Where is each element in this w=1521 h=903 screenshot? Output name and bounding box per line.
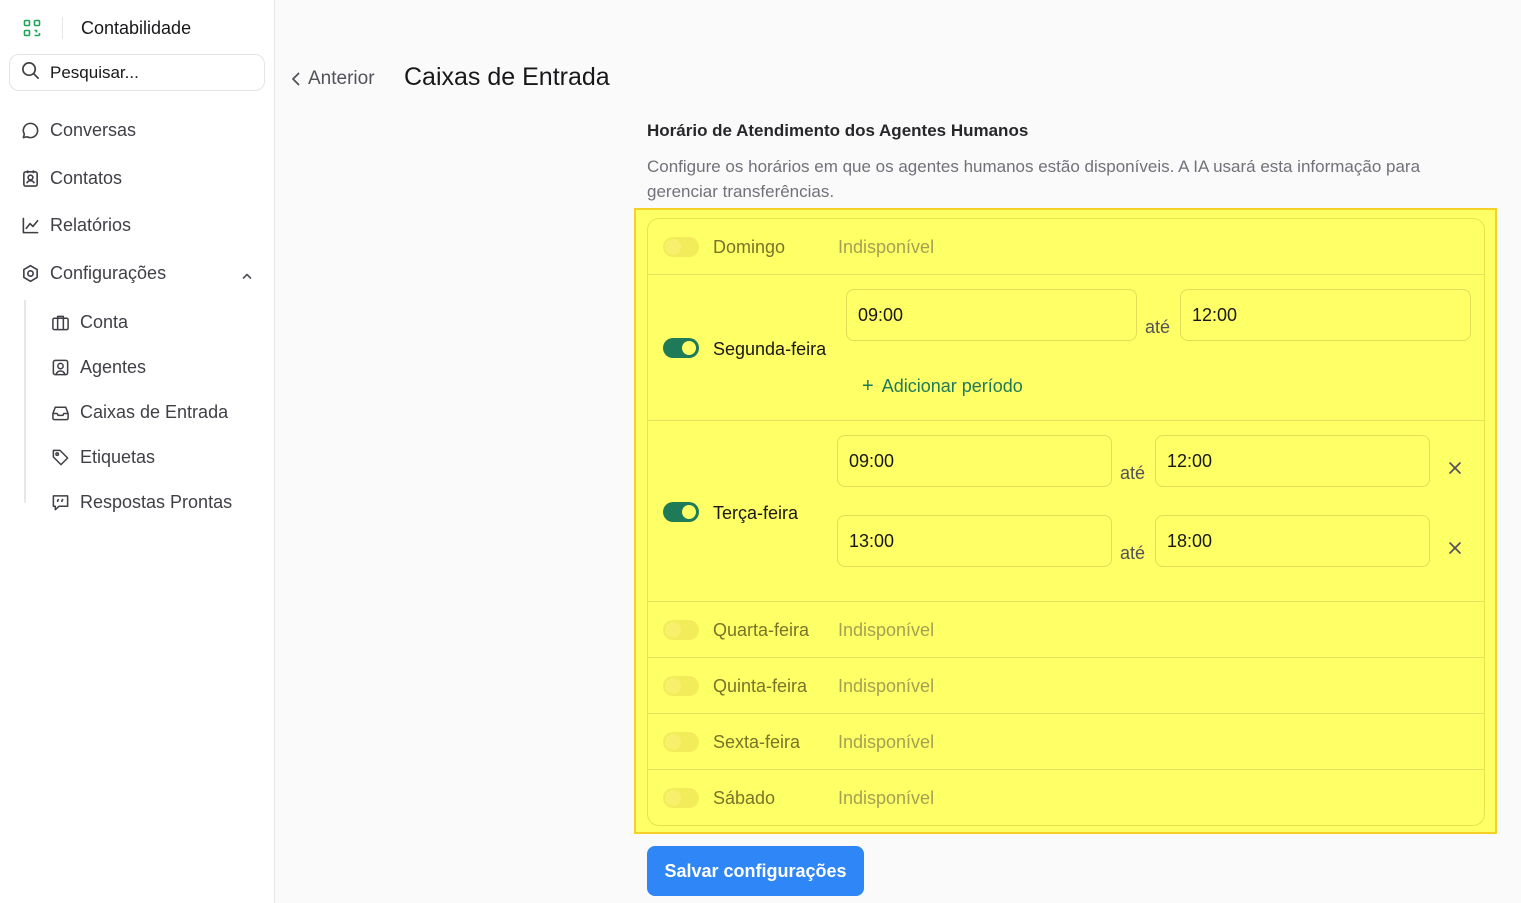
sidebar-item-relatorios[interactable]: Relatórios xyxy=(0,202,275,250)
day-row-quarta-feira: Quarta-feira Indisponível xyxy=(648,602,1484,658)
main-nav: Conversas Contatos Relatórios Configuraç… xyxy=(0,107,275,297)
user-square-icon xyxy=(50,358,70,378)
day-toggle[interactable] xyxy=(663,502,699,522)
add-period-button[interactable]: + Adicionar período xyxy=(862,375,1023,398)
day-name: Quarta-feira xyxy=(713,620,810,640)
day-row-segunda-feira: Segunda-feira 09:00 até 12:00 + Adiciona… xyxy=(648,275,1484,421)
start-time-input[interactable]: 09:00 xyxy=(846,289,1137,341)
day-row-sabado: Sábado Indisponível xyxy=(648,770,1484,826)
unavailable-label: Indisponível xyxy=(838,732,935,752)
day-toggle[interactable] xyxy=(663,237,699,257)
back-link[interactable]: Anterior xyxy=(290,66,375,92)
chevron-left-icon xyxy=(292,72,300,86)
sidebar-item-label: Agentes xyxy=(80,357,147,377)
contact-card-icon xyxy=(20,168,40,188)
page-title: Caixas de Entrada xyxy=(404,63,610,91)
toggle-knob xyxy=(665,678,681,694)
day-name: Terça-feira xyxy=(713,503,799,523)
qr-logo-icon xyxy=(22,18,42,38)
search-placeholder: Pesquisar... xyxy=(50,62,139,82)
until-label: até xyxy=(1120,543,1146,563)
day-row-sexta-feira: Sexta-feira Indisponível xyxy=(648,714,1484,770)
day-name: Quinta-feira xyxy=(713,676,808,696)
section-title: Horário de Atendimento dos Agentes Human… xyxy=(647,121,1029,140)
tag-icon xyxy=(50,448,70,468)
sidebar-item-label: Respostas Prontas xyxy=(80,492,233,512)
chevron-up-icon[interactable] xyxy=(241,266,253,287)
unavailable-label: Indisponível xyxy=(838,237,935,257)
sidebar: Contabilidade Pesquisar... Conversas Con… xyxy=(0,0,275,903)
quote-message-icon xyxy=(50,493,70,513)
toggle-knob xyxy=(665,734,681,750)
close-icon[interactable] xyxy=(1445,538,1465,558)
line-chart-icon xyxy=(20,216,40,236)
save-button[interactable]: Salvar configurações xyxy=(647,846,864,896)
until-label: até xyxy=(1120,463,1146,483)
search-input[interactable]: Pesquisar... xyxy=(9,54,265,91)
sidebar-item-configuracoes[interactable]: Configurações xyxy=(0,250,275,298)
chat-bubble-icon xyxy=(20,121,40,141)
end-time-input[interactable]: 12:00 xyxy=(1155,435,1430,487)
sidebar-item-agentes[interactable]: Agentes xyxy=(24,345,264,390)
end-time-input[interactable]: 12:00 xyxy=(1180,289,1471,341)
brand[interactable]: Contabilidade xyxy=(22,14,191,42)
day-toggle[interactable] xyxy=(663,788,699,808)
app-name: Contabilidade xyxy=(81,17,192,38)
toggle-knob xyxy=(665,790,681,806)
brand-divider xyxy=(62,17,63,39)
day-toggle[interactable] xyxy=(663,338,699,358)
sidebar-item-label: Caixas de Entrada xyxy=(80,402,229,422)
schedule-card: Domingo Indisponível Segunda-feira 09:00… xyxy=(647,218,1485,826)
sidebar-item-contatos[interactable]: Contatos xyxy=(0,155,275,203)
settings-icon xyxy=(20,263,40,283)
day-row-domingo: Domingo Indisponível xyxy=(648,219,1484,275)
close-icon[interactable] xyxy=(1445,458,1465,478)
back-label: Anterior xyxy=(308,68,375,89)
unavailable-label: Indisponível xyxy=(838,788,935,808)
add-period-label: Adicionar período xyxy=(881,376,1023,396)
sidebar-item-etiquetas[interactable]: Etiquetas xyxy=(24,435,264,480)
day-toggle[interactable] xyxy=(663,676,699,696)
sidebar-item-label: Relatórios xyxy=(50,215,132,236)
unavailable-label: Indisponível xyxy=(838,620,935,640)
toggle-knob xyxy=(665,622,681,638)
sidebar-item-caixas-de-entrada[interactable]: Caixas de Entrada xyxy=(24,390,264,435)
search-icon xyxy=(21,61,40,85)
sidebar-item-label: Conversas xyxy=(50,120,137,141)
section-description: Configure os horários em que os agentes … xyxy=(647,157,1421,201)
sidebar-item-conversas[interactable]: Conversas xyxy=(0,107,275,155)
sidebar-item-respostas-prontas[interactable]: Respostas Prontas xyxy=(24,480,264,525)
sidebar-item-label: Etiquetas xyxy=(80,447,156,467)
day-name: Segunda-feira xyxy=(713,339,827,359)
settings-subnav: Conta Agentes Caixas de Entrada Etiqueta… xyxy=(24,300,264,525)
briefcase-icon xyxy=(50,313,70,333)
sidebar-item-label: Configurações xyxy=(50,262,167,283)
unavailable-label: Indisponível xyxy=(838,676,935,696)
sidebar-item-label: Contatos xyxy=(50,167,123,188)
sidebar-item-conta[interactable]: Conta xyxy=(24,300,264,345)
start-time-input[interactable]: 13:00 xyxy=(837,515,1112,567)
day-name: Domingo xyxy=(713,237,786,257)
day-name: Sábado xyxy=(713,788,776,808)
day-row-quinta-feira: Quinta-feira Indisponível xyxy=(648,658,1484,714)
day-toggle[interactable] xyxy=(663,732,699,752)
start-time-input[interactable]: 09:00 xyxy=(837,435,1112,487)
plus-icon: + xyxy=(862,375,874,397)
day-row-terca-feira: Terça-feira 09:00 até 12:00 13:00 até 18… xyxy=(648,421,1484,602)
toggle-knob xyxy=(682,505,696,519)
toggle-knob xyxy=(665,239,681,255)
day-name: Sexta-feira xyxy=(713,732,801,752)
inbox-icon xyxy=(50,403,70,423)
sidebar-item-label: Conta xyxy=(80,312,129,332)
day-toggle[interactable] xyxy=(663,620,699,640)
until-label: até xyxy=(1145,317,1171,337)
end-time-input[interactable]: 18:00 xyxy=(1155,515,1430,567)
toggle-knob xyxy=(682,341,696,355)
